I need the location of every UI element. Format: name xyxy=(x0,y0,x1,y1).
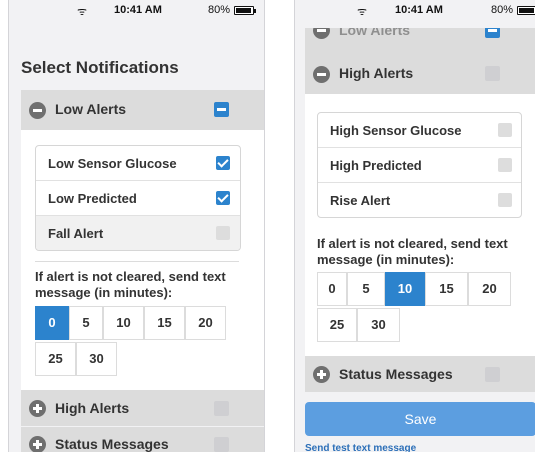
battery-percent: 80% xyxy=(208,4,231,16)
checkbox-disabled xyxy=(216,226,230,240)
low-alerts-list: Low Sensor Glucose Low Predicted Fall Al… xyxy=(35,145,241,251)
status-messages-header[interactable]: Status Messages xyxy=(305,356,535,392)
minutes-option[interactable]: 25 xyxy=(35,342,76,376)
high-alerts-toggle[interactable] xyxy=(214,401,229,416)
checkbox-unchecked[interactable] xyxy=(498,193,512,207)
minutes-option[interactable]: 5 xyxy=(69,306,103,340)
status-messages-toggle[interactable] xyxy=(214,437,229,452)
minutes-option[interactable]: 0 xyxy=(35,306,69,340)
collapse-icon xyxy=(313,66,330,83)
high-alerts-label: High Alerts xyxy=(55,400,130,416)
high-alerts-list: High Sensor Glucose High Predicted Rise … xyxy=(317,112,522,218)
resend-note: If alert is not cleared, send text messa… xyxy=(35,269,226,300)
minutes-option[interactable]: 15 xyxy=(425,272,468,306)
battery-icon xyxy=(234,6,256,15)
phone-screen-2: ᯤ 10:41 AM 80% Low Alerts ᯤ 10:41 AM 80%… xyxy=(294,0,535,452)
status-messages-label: Status Messages xyxy=(339,366,453,382)
minutes-option[interactable]: 10 xyxy=(103,306,144,340)
expand-icon xyxy=(29,400,46,417)
low-alerts-label: Low Alerts xyxy=(55,101,127,117)
minutes-option[interactable]: 20 xyxy=(468,272,511,306)
high-alerts-label: High Alerts xyxy=(339,65,414,81)
wifi-icon: ᯤ xyxy=(77,6,88,18)
page-title: Select Notifications xyxy=(21,58,179,77)
collapse-icon xyxy=(29,102,46,119)
checkbox-checked[interactable] xyxy=(216,156,230,170)
divider xyxy=(35,261,239,262)
list-item[interactable]: High Predicted xyxy=(318,148,521,183)
resend-note: If alert is not cleared, send text messa… xyxy=(317,236,508,267)
status-messages-toggle[interactable] xyxy=(485,367,500,382)
minutes-option[interactable]: 15 xyxy=(144,306,185,340)
minutes-option[interactable]: 10 xyxy=(385,272,425,306)
status-messages-header[interactable]: Status Messages xyxy=(21,427,264,452)
checkbox-checked[interactable] xyxy=(216,191,230,205)
minutes-option[interactable]: 30 xyxy=(76,342,117,376)
minutes-option[interactable]: 5 xyxy=(347,272,385,306)
status-bar: ᯤ 10:41 AM 80% xyxy=(9,0,264,22)
minutes-option[interactable]: 0 xyxy=(317,272,347,306)
list-item-disabled: Fall Alert xyxy=(36,216,240,250)
list-item[interactable]: Low Sensor Glucose xyxy=(36,146,240,181)
checkbox-unchecked[interactable] xyxy=(498,158,512,172)
status-bar-overlay: ᯤ 10:41 AM 80% xyxy=(295,0,535,22)
minutes-option[interactable]: 25 xyxy=(317,308,357,342)
minutes-option[interactable]: 30 xyxy=(357,308,400,342)
status-messages-label: Status Messages xyxy=(55,436,169,452)
status-time: 10:41 AM xyxy=(114,4,162,16)
save-button[interactable]: Save xyxy=(305,402,535,436)
list-item[interactable]: Low Predicted xyxy=(36,181,240,216)
high-alerts-header[interactable]: High Alerts xyxy=(21,390,264,426)
expand-icon xyxy=(313,366,330,383)
checkbox-unchecked[interactable] xyxy=(498,123,512,137)
send-test-link[interactable]: Send test text message xyxy=(305,443,416,452)
minutes-option[interactable]: 20 xyxy=(185,306,226,340)
list-item[interactable]: High Sensor Glucose xyxy=(318,113,521,148)
high-alerts-toggle[interactable] xyxy=(485,66,500,81)
phone-screen-1: ᯤ 10:41 AM 80% Select Notifications Low … xyxy=(8,0,265,452)
low-alerts-header[interactable]: Low Alerts xyxy=(21,90,264,130)
list-item[interactable]: Rise Alert xyxy=(318,183,521,217)
expand-icon xyxy=(29,436,46,452)
high-alerts-header[interactable]: High Alerts xyxy=(305,54,535,94)
low-alerts-toggle[interactable] xyxy=(214,102,229,117)
